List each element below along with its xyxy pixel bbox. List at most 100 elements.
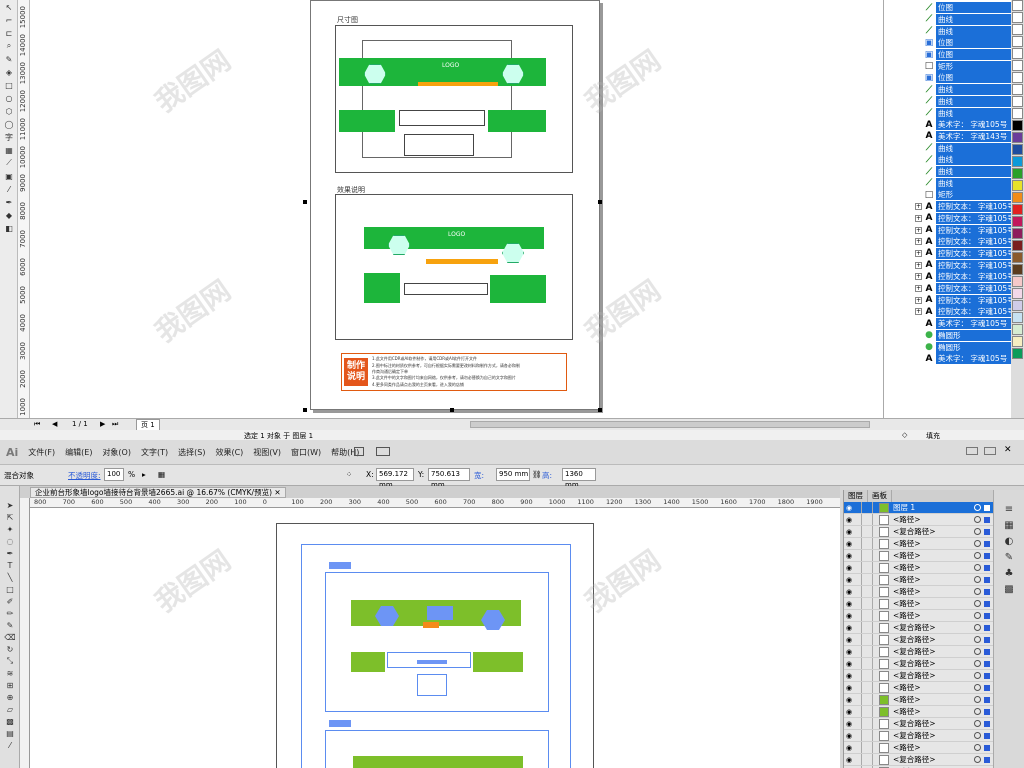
eye-icon[interactable]: ◉ — [846, 756, 856, 764]
line-tool-icon[interactable]: ╲ — [3, 572, 17, 582]
object-row[interactable]: ⟋ 曲线 — [884, 84, 1012, 96]
drawing-canvas[interactable]: 尺寸图 LOGO 效果说明 LOGO 制作说明 1.此文件用CDR或AI软件制作… — [30, 0, 883, 418]
close-tab-icon[interactable]: ✕ — [274, 488, 280, 497]
document-tab[interactable]: 企业前台形象墙logo墙接待台背景墙2665.ai @ 16.67% (CMYK… — [30, 487, 286, 498]
selection-square[interactable] — [984, 624, 990, 631]
rotate-icon[interactable]: ↻ — [3, 644, 17, 654]
artboard-canvas[interactable] — [30, 508, 840, 768]
expand-icon[interactable]: + — [915, 214, 922, 222]
perspective-icon[interactable]: ▱ — [3, 704, 17, 714]
bridge-icon[interactable] — [354, 447, 364, 456]
object-row[interactable]: ⟋ 曲线 — [884, 107, 1012, 119]
prev-page-icon[interactable]: ◀ — [52, 420, 57, 428]
object-row[interactable]: ⟋ 曲线 — [884, 142, 1012, 154]
lock-toggle[interactable] — [861, 670, 873, 681]
lock-toggle[interactable] — [861, 706, 873, 717]
width-input[interactable]: 950 mm — [496, 468, 530, 481]
object-row[interactable]: A 美术字： 字魂143号 — [884, 130, 1012, 143]
color-swatch[interactable] — [1012, 324, 1023, 335]
target-icon[interactable] — [974, 660, 981, 667]
eye-icon[interactable]: ◉ — [846, 600, 856, 608]
lock-toggle[interactable] — [861, 610, 873, 621]
layer-row[interactable]: ◉ <路径> — [844, 586, 994, 598]
selection-handle-bottom-right[interactable] — [598, 408, 602, 412]
menu-select[interactable]: 选择(S) — [178, 447, 205, 458]
target-icon[interactable] — [974, 624, 981, 631]
layer-row[interactable]: ◉ <路径> — [844, 694, 994, 706]
selection-square[interactable] — [984, 504, 990, 511]
eyedropper-ai-icon[interactable]: ⁄ — [3, 740, 17, 750]
expand-icon[interactable]: + — [915, 273, 922, 281]
selection-handle-right[interactable] — [598, 200, 602, 204]
lock-toggle[interactable] — [861, 718, 873, 729]
type-tool-icon[interactable]: T — [3, 560, 17, 570]
lock-toggle[interactable] — [861, 694, 873, 705]
scale-icon[interactable]: ⤡ — [3, 656, 17, 666]
color-swatch[interactable] — [1012, 348, 1023, 359]
lock-toggle[interactable] — [861, 550, 873, 561]
target-icon[interactable] — [974, 564, 981, 571]
free-transform-icon[interactable]: ⊞ — [3, 680, 17, 690]
layer-header[interactable]: ◉ 图层 1 — [844, 502, 994, 514]
color-swatch[interactable] — [1012, 264, 1023, 275]
color-swatch[interactable] — [1012, 132, 1023, 143]
expand-icon[interactable]: + — [915, 261, 922, 269]
paintbrush-icon[interactable]: ✐ — [3, 596, 17, 606]
symbols-panel-icon[interactable]: ♣ — [1002, 568, 1016, 580]
selection-handle-bottom[interactable] — [450, 408, 454, 412]
target-icon[interactable] — [974, 708, 981, 715]
target-icon[interactable] — [974, 684, 981, 691]
horizontal-scrollbar[interactable] — [470, 421, 870, 428]
target-icon[interactable] — [974, 744, 981, 751]
color-swatch[interactable] — [1012, 96, 1023, 107]
object-row[interactable]: ⟋ 位图 — [884, 2, 1012, 14]
x-input[interactable]: 569.172 mm — [376, 468, 414, 489]
opacity-input[interactable]: 100 — [104, 468, 124, 481]
color-swatch[interactable] — [1012, 108, 1023, 119]
selection-square[interactable] — [984, 564, 990, 571]
object-row[interactable]: ⟋ 曲线 — [884, 95, 1012, 108]
color-swatch[interactable] — [1012, 312, 1023, 323]
zoom-tool-icon[interactable]: ⌕ — [2, 40, 16, 52]
layer-row[interactable]: ◉ <复合路径> — [844, 718, 994, 730]
object-row[interactable]: □ 矩形 — [884, 60, 1012, 73]
lock-toggle[interactable] — [861, 622, 873, 633]
color-swatch[interactable] — [1012, 60, 1023, 71]
target-icon[interactable] — [974, 756, 981, 763]
expand-icon[interactable]: + — [915, 285, 922, 293]
lock-toggle[interactable] — [861, 598, 873, 609]
first-page-icon[interactable]: ⏮ — [34, 420, 40, 429]
maximize-icon[interactable] — [984, 447, 996, 455]
target-icon[interactable] — [974, 732, 981, 739]
color-swatch[interactable] — [1012, 240, 1023, 251]
brushes-panel-icon[interactable]: ✎ — [1002, 552, 1016, 564]
stroke-panel-icon[interactable]: ◐ — [1002, 536, 1016, 548]
graphic-styles-icon[interactable]: ▩ — [1002, 584, 1016, 596]
fill-tool-icon[interactable]: ◆ — [2, 209, 16, 221]
selection-handle-left[interactable] — [303, 200, 307, 204]
text-tool-icon[interactable]: 字 — [2, 131, 16, 143]
lock-toggle[interactable] — [861, 526, 873, 537]
eye-icon[interactable]: ◉ — [846, 504, 856, 512]
expand-icon[interactable]: + — [915, 226, 922, 234]
target-icon[interactable] — [974, 516, 981, 523]
eye-icon[interactable]: ◉ — [846, 720, 856, 728]
selection-tool-icon[interactable]: ➤ — [3, 500, 17, 510]
layer-row[interactable]: ◉ <路径> — [844, 562, 994, 574]
object-row[interactable]: + A 控制文本： 字魂105号 — [884, 247, 1012, 260]
layer-row[interactable]: ◉ <路径> — [844, 514, 994, 526]
color-swatch[interactable] — [1012, 84, 1023, 95]
eye-icon[interactable]: ◉ — [846, 588, 856, 596]
pen-tool-icon[interactable]: ✒ — [3, 548, 17, 558]
object-row[interactable]: A 美术字： 字魂105号 — [884, 353, 1012, 365]
eye-icon[interactable]: ◉ — [846, 576, 856, 584]
object-row[interactable]: ⟋ 曲线 — [884, 154, 1012, 166]
color-swatch[interactable] — [1012, 228, 1023, 239]
object-row[interactable]: + A 控制文本： 字魂105号 — [884, 212, 1012, 225]
basic-shapes-icon[interactable]: ◯ — [2, 118, 16, 130]
layer-row[interactable]: ◉ <路径> — [844, 550, 994, 562]
color-swatch[interactable] — [1012, 72, 1023, 83]
object-row[interactable]: ● 椭圆形 — [884, 329, 1012, 342]
menu-window[interactable]: 窗口(W) — [291, 447, 321, 458]
layer-row[interactable]: ◉ <复合路径> — [844, 622, 994, 634]
